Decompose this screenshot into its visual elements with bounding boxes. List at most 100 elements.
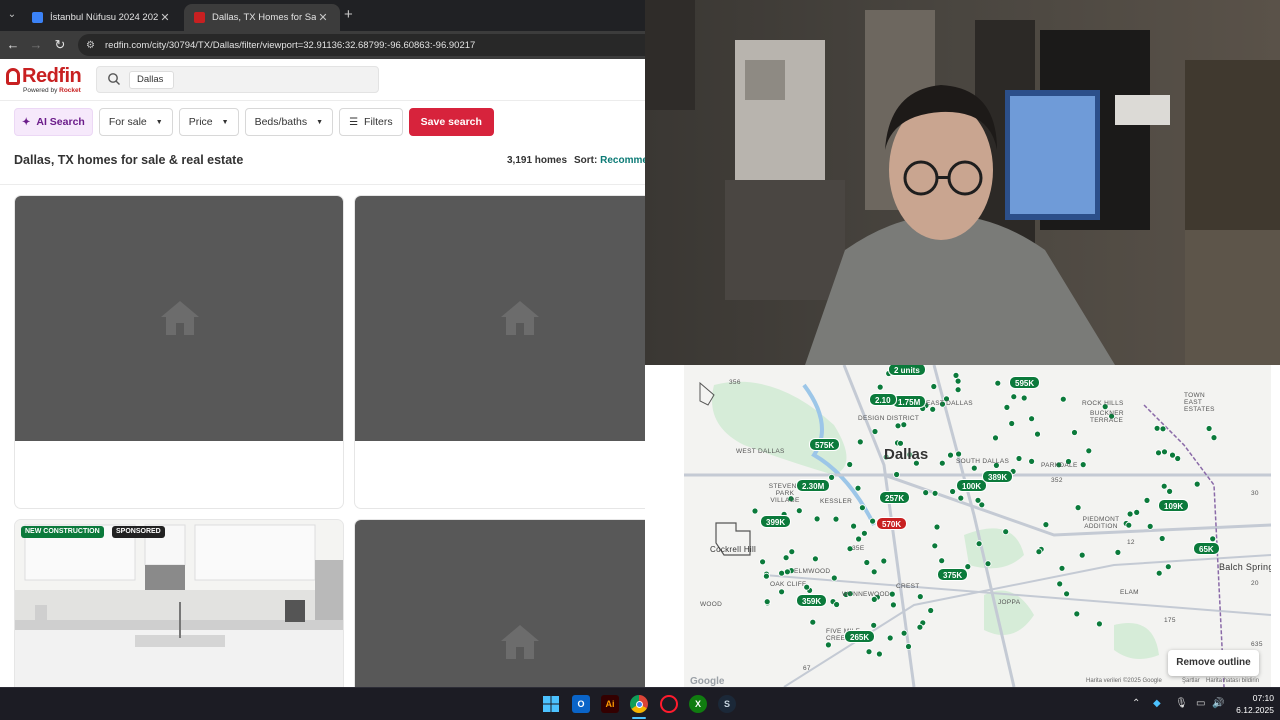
listing-dot[interactable] <box>1143 496 1151 504</box>
listing-dot[interactable] <box>1042 521 1050 529</box>
listing-dot[interactable] <box>865 648 873 656</box>
price-marker[interactable]: 375K <box>937 568 969 581</box>
listing-dot[interactable] <box>1035 548 1043 556</box>
price-marker[interactable]: 2 units <box>888 365 926 376</box>
listing-dot[interactable] <box>954 377 962 385</box>
price-marker[interactable]: 100K <box>956 479 988 492</box>
microphone-icon[interactable]: 🎙 <box>1175 698 1188 709</box>
listing-dot[interactable] <box>1160 482 1168 490</box>
listing-dot[interactable] <box>954 386 962 394</box>
price-marker[interactable]: 2.10 <box>869 393 897 406</box>
map-panel[interactable]: DESIGN DISTRICT EAST DALLAS WEST DALLAS … <box>684 365 1271 687</box>
report-map-error-link[interactable]: Harita hatası bildirin <box>1206 678 1259 684</box>
listing-dot[interactable] <box>832 515 840 523</box>
listing-dot[interactable] <box>813 515 821 523</box>
listing-dot[interactable] <box>1056 580 1064 588</box>
listing-dot[interactable] <box>870 621 878 629</box>
system-clock[interactable]: 07:10 6.12.2025 <box>1228 692 1274 716</box>
price-marker[interactable]: 257K <box>879 491 911 504</box>
save-search-button[interactable]: Save search <box>408 108 494 136</box>
listing-dot[interactable] <box>1010 393 1018 401</box>
price-marker-highlighted[interactable]: 570K <box>876 517 908 530</box>
beds-baths-dropdown[interactable]: Beds/baths ▼ <box>244 108 334 136</box>
listing-dot[interactable] <box>860 529 868 537</box>
listing-dot[interactable] <box>974 496 982 504</box>
listing-dot[interactable] <box>1071 429 1078 436</box>
listing-dot[interactable] <box>1020 394 1028 402</box>
listing-dot[interactable] <box>875 650 883 658</box>
listing-dot[interactable] <box>1159 425 1167 433</box>
chrome-icon[interactable] <box>630 695 648 713</box>
ai-search-button[interactable]: ✦ AI Search <box>14 108 93 136</box>
listing-dot[interactable] <box>886 634 894 642</box>
listing-dot[interactable] <box>1058 564 1066 572</box>
listing-dot[interactable] <box>876 383 884 391</box>
listing-dot[interactable] <box>1155 449 1162 457</box>
listing-dot[interactable] <box>1174 455 1182 462</box>
listing-dot[interactable] <box>850 522 858 530</box>
redfin-logo[interactable]: Redfin Powered by Rocket <box>6 66 82 94</box>
search-box[interactable]: Dallas <box>96 66 379 93</box>
close-tab-icon[interactable]: ✕ <box>158 11 172 24</box>
volume-icon[interactable]: 🔊 <box>1212 698 1224 709</box>
listing-dot[interactable] <box>855 535 863 543</box>
listing-dot[interactable] <box>856 438 864 446</box>
listing-dot[interactable] <box>894 422 902 430</box>
forward-arrow-icon[interactable]: → <box>27 36 45 54</box>
listing-dot[interactable] <box>905 643 912 650</box>
listing-dot[interactable] <box>916 623 924 631</box>
listing-dot[interactable] <box>927 607 935 614</box>
filters-button[interactable]: ☰ Filters <box>339 108 403 136</box>
listing-dot[interactable] <box>782 554 790 562</box>
listing-dot[interactable] <box>1028 415 1036 423</box>
site-info-icon[interactable]: ⚙ <box>86 40 98 51</box>
listing-dot[interactable] <box>929 405 937 413</box>
listing-dot[interactable] <box>1059 395 1067 403</box>
listing-dot[interactable] <box>788 548 796 556</box>
listing-dot[interactable] <box>984 560 992 568</box>
listing-card[interactable] <box>354 519 645 687</box>
listing-dot[interactable] <box>1209 535 1217 543</box>
listing-dot[interactable] <box>811 555 819 563</box>
tab-dallas[interactable]: Dallas, TX Homes for Sale & Re ✕ <box>184 4 340 31</box>
listing-dot[interactable] <box>1161 448 1168 456</box>
listing-dot[interactable] <box>931 489 939 497</box>
listing-dot[interactable] <box>1095 620 1103 628</box>
price-dropdown[interactable]: Price ▼ <box>178 108 239 136</box>
listing-dot[interactable] <box>1210 434 1218 441</box>
tab-istanbul[interactable]: İstanbul Nüfusu 2024 2025 ✕ <box>22 4 182 31</box>
price-marker[interactable]: 595K <box>1009 376 1041 389</box>
price-marker[interactable]: 359K <box>796 594 828 607</box>
listing-dot[interactable] <box>1034 430 1041 438</box>
map-terms-link[interactable]: Şartlar <box>1182 678 1200 684</box>
listing-dot[interactable] <box>1205 425 1213 432</box>
listing-dot[interactable] <box>1133 508 1141 516</box>
listing-dot[interactable] <box>957 494 965 502</box>
listing-dot[interactable] <box>1146 522 1154 530</box>
listing-dot[interactable] <box>854 484 862 492</box>
listing-dot[interactable] <box>893 471 901 478</box>
listing-dot[interactable] <box>1002 528 1010 536</box>
for-sale-dropdown[interactable]: For sale ▼ <box>98 108 173 136</box>
listing-dot[interactable] <box>830 574 838 582</box>
listing-dot[interactable] <box>970 464 978 472</box>
listing-dot[interactable] <box>833 601 841 608</box>
listing-dot[interactable] <box>938 459 946 467</box>
listing-dot[interactable] <box>1028 458 1036 465</box>
url-field[interactable]: ⚙ redfin.com/city/30794/TX/Dallas/filter… <box>78 34 645 56</box>
listing-dot[interactable] <box>763 572 770 580</box>
listing-dot[interactable] <box>1193 480 1201 488</box>
listing-dot[interactable] <box>933 523 941 531</box>
listing-dot[interactable] <box>1015 455 1023 462</box>
listing-dot[interactable] <box>1079 461 1087 468</box>
listing-dot[interactable] <box>888 590 896 598</box>
listing-dot[interactable] <box>863 559 871 566</box>
listing-dot[interactable] <box>1125 521 1133 529</box>
listing-dot[interactable] <box>889 601 897 609</box>
listing-dot[interactable] <box>1078 551 1086 559</box>
listing-dot[interactable] <box>846 461 854 468</box>
listing-card-new-construction[interactable]: NEW CONSTRUCTION SPONSORED <box>14 519 344 687</box>
remove-outline-button[interactable]: Remove outline <box>1168 650 1259 676</box>
new-tab-plus-icon[interactable]: + <box>344 7 353 23</box>
listing-dot[interactable] <box>1126 510 1134 518</box>
